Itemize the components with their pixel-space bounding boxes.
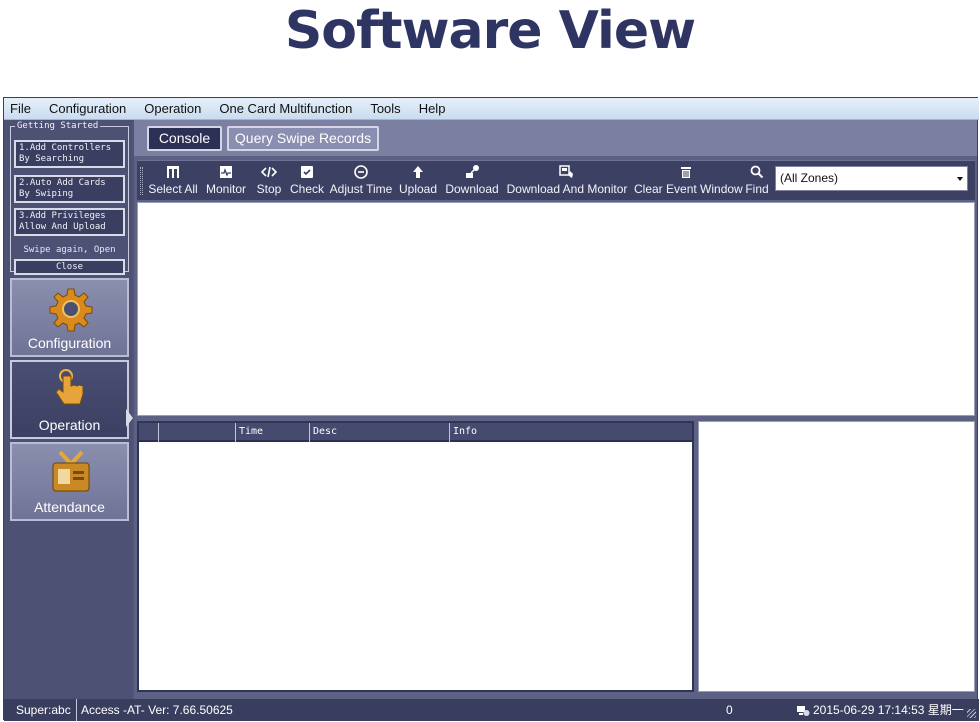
step-auto-add-cards-button[interactable]: 2.Auto Add Cards By Swiping — [14, 175, 125, 203]
toolbar-grip[interactable] — [140, 167, 143, 195]
getting-started-close-button[interactable]: Close — [14, 259, 125, 275]
stop-icon — [261, 166, 277, 178]
event-list-header: Time Desc Info — [139, 423, 692, 442]
tool-label: Monitor — [205, 182, 246, 196]
adjust-time-button[interactable]: Adjust Time — [329, 163, 393, 199]
active-indicator — [126, 409, 133, 427]
event-list[interactable]: Time Desc Info — [137, 421, 694, 692]
tool-label: Select All — [148, 182, 198, 196]
column-header-info[interactable]: Info — [449, 423, 692, 442]
column-header-time[interactable]: Time — [235, 423, 309, 442]
tool-label: Find — [745, 182, 769, 196]
download-monitor-icon — [559, 165, 573, 178]
nav-attendance[interactable]: Attendance — [10, 442, 129, 521]
tab-console[interactable]: Console — [147, 126, 222, 151]
step-add-controllers-button[interactable]: 1.Add Controllers By Searching — [14, 140, 125, 168]
hand-pointer-icon — [55, 369, 84, 405]
info-pane[interactable] — [698, 421, 975, 692]
step-line: Allow And Upload — [19, 222, 106, 232]
trash-icon — [681, 167, 691, 178]
menu-bar: File Configuration Operation One Card Mu… — [4, 98, 979, 120]
monitor-button[interactable]: Monitor — [203, 163, 249, 199]
nav-operation[interactable]: Operation — [10, 360, 129, 439]
chevron-down-icon — [957, 177, 963, 181]
nav-label: Operation — [38, 417, 101, 433]
sidebar: Getting Started 1.Add Controllers By Sea… — [4, 120, 133, 699]
tool-label: Adjust Time — [329, 182, 393, 196]
getting-started-legend: Getting Started — [15, 120, 101, 132]
step-line: 1.Add Controllers — [19, 143, 112, 153]
step-line: 2.Auto Add Cards — [19, 178, 106, 188]
tool-label: Download — [445, 182, 499, 196]
resize-grip[interactable] — [967, 709, 976, 718]
download-and-monitor-button[interactable]: Download And Monitor — [505, 163, 629, 199]
tool-label: Upload — [398, 182, 438, 196]
tool-label: Download And Monitor — [506, 182, 628, 196]
clear-event-window-button[interactable]: Clear Event Window — [634, 163, 743, 199]
stop-button[interactable]: Stop — [253, 163, 285, 199]
upload-button[interactable]: Upload — [397, 163, 439, 199]
menu-one-card-multifunction[interactable]: One Card Multifunction — [219, 98, 352, 120]
check-button[interactable]: Check — [288, 163, 326, 199]
toolbar: Select All Monitor Stop Check Adjust Tim… — [137, 160, 975, 200]
menu-file[interactable]: File — [10, 98, 31, 120]
menu-help[interactable]: Help — [419, 98, 446, 120]
clock-icon — [354, 165, 368, 179]
step-line: By Searching — [19, 154, 85, 164]
find-button[interactable]: Find — [742, 163, 772, 199]
select-all-icon — [167, 166, 179, 178]
network-status-icon — [797, 706, 810, 716]
main-area: Console Query Swipe Records Select All M… — [134, 120, 977, 699]
zone-select[interactable]: (All Zones) — [775, 166, 968, 191]
status-version: Access -AT- Ver: 7.66.50625 — [81, 703, 233, 717]
nav-label: Attendance — [34, 499, 105, 515]
download-icon — [466, 165, 479, 178]
menu-operation[interactable]: Operation — [144, 98, 201, 120]
tab-query-swipe-records[interactable]: Query Swipe Records — [227, 126, 379, 151]
console-pane[interactable] — [137, 202, 975, 416]
column-header-desc[interactable]: Desc — [309, 423, 449, 442]
zone-select-value: (All Zones) — [780, 171, 839, 185]
tool-label: Stop — [256, 182, 282, 196]
monitor-icon — [220, 166, 232, 178]
column-header[interactable] — [139, 423, 158, 442]
step-line: 3.Add Privileges — [19, 211, 106, 221]
download-button[interactable]: Download — [444, 163, 500, 199]
swipe-hint: Swipe again, Open — [23, 245, 116, 255]
tool-label: Check — [289, 182, 324, 196]
status-count: 0 — [726, 703, 733, 717]
getting-started-panel: Getting Started 1.Add Controllers By Sea… — [10, 120, 129, 275]
menu-configuration[interactable]: Configuration — [49, 98, 126, 120]
column-header[interactable] — [158, 423, 235, 442]
step-line: By Swiping — [19, 189, 74, 199]
tab-bar: Console Query Swipe Records — [134, 120, 977, 156]
status-bar: Super:abc Access -AT- Ver: 7.66.50625 0 … — [4, 699, 979, 721]
page-title: Software View — [284, 1, 696, 61]
nav-label: Configuration — [27, 335, 112, 351]
check-icon — [301, 166, 313, 178]
status-datetime: 2015-06-29 17:14:53 星期一 — [813, 703, 964, 717]
id-badge-icon — [52, 450, 90, 492]
gear-icon — [49, 288, 93, 332]
tool-label: Clear Event Window — [634, 182, 743, 196]
step-add-privileges-button[interactable]: 3.Add Privileges Allow And Upload — [14, 208, 125, 236]
status-user: Super:abc — [16, 699, 77, 721]
select-all-button[interactable]: Select All — [147, 163, 199, 199]
app-window: File Configuration Operation One Card Mu… — [3, 97, 979, 721]
menu-tools[interactable]: Tools — [370, 98, 400, 120]
search-icon — [750, 165, 764, 179]
upload-arrow-icon — [413, 166, 423, 178]
nav-configuration[interactable]: Configuration — [10, 278, 129, 357]
